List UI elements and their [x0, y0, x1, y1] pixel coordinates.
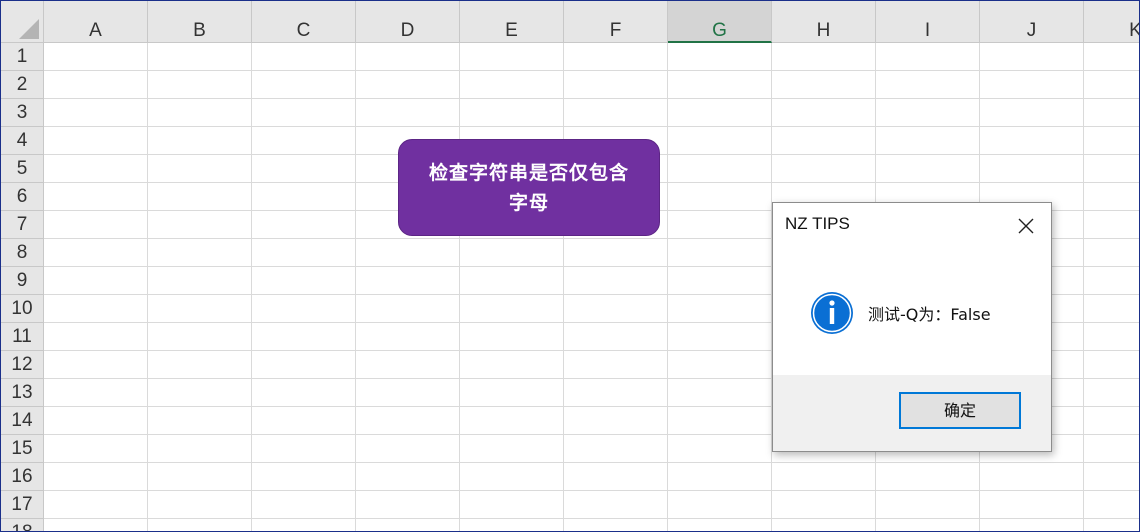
row-header-18[interactable]: 18: [1, 519, 44, 531]
row-header-14[interactable]: 14: [1, 407, 44, 435]
grid-row-line: [44, 70, 1139, 71]
row-header-7[interactable]: 7: [1, 211, 44, 239]
grid-row-line: [44, 518, 1139, 519]
row-header-5[interactable]: 5: [1, 155, 44, 183]
grid-column-line: [667, 43, 668, 531]
select-all-corner[interactable]: [1, 1, 44, 43]
dialog-title: NZ TIPS: [785, 214, 850, 233]
dialog-message: 测试-Q为：False: [868, 305, 991, 324]
info-icon: [811, 292, 853, 334]
grid-row-line: [44, 490, 1139, 491]
excel-window: ABCDEFGHIJK123456789101112131415161718 检…: [0, 0, 1140, 532]
row-header-11[interactable]: 11: [1, 323, 44, 351]
message-box-dialog: NZ TIPS 测试-Q为：False 确定: [772, 202, 1052, 452]
row-header-16[interactable]: 16: [1, 463, 44, 491]
grid-column-line: [1083, 43, 1084, 531]
column-header-e[interactable]: E: [460, 1, 564, 43]
dialog-footer: 确定: [773, 375, 1051, 451]
column-header-j[interactable]: J: [980, 1, 1084, 43]
row-header-9[interactable]: 9: [1, 267, 44, 295]
row-header-8[interactable]: 8: [1, 239, 44, 267]
column-header-k[interactable]: K: [1084, 1, 1139, 43]
grid-column-line: [355, 43, 356, 531]
row-header-12[interactable]: 12: [1, 351, 44, 379]
column-header-d[interactable]: D: [356, 1, 460, 43]
row-header-1[interactable]: 1: [1, 43, 44, 71]
grid-row-line: [44, 462, 1139, 463]
grid-row-line: [44, 126, 1139, 127]
close-icon: [1018, 218, 1034, 234]
grid-column-line: [459, 43, 460, 531]
row-header-13[interactable]: 13: [1, 379, 44, 407]
column-header-g[interactable]: G: [668, 1, 772, 43]
row-header-6[interactable]: 6: [1, 183, 44, 211]
ok-button[interactable]: 确定: [899, 392, 1021, 429]
row-header-17[interactable]: 17: [1, 491, 44, 519]
select-all-triangle-icon: [19, 19, 39, 39]
macro-button-shape[interactable]: 检查字符串是否仅包含 字母: [398, 139, 660, 236]
row-header-4[interactable]: 4: [1, 127, 44, 155]
column-header-i[interactable]: I: [876, 1, 980, 43]
row-header-3[interactable]: 3: [1, 99, 44, 127]
column-header-a[interactable]: A: [44, 1, 148, 43]
row-header-10[interactable]: 10: [1, 295, 44, 323]
grid-column-line: [251, 43, 252, 531]
column-header-c[interactable]: C: [252, 1, 356, 43]
grid-row-line: [44, 98, 1139, 99]
row-header-15[interactable]: 15: [1, 435, 44, 463]
column-header-h[interactable]: H: [772, 1, 876, 43]
shape-text-line1: 检查字符串是否仅包含: [428, 162, 629, 184]
grid-column-line: [563, 43, 564, 531]
grid-column-line: [147, 43, 148, 531]
column-header-f[interactable]: F: [564, 1, 668, 43]
row-header-2[interactable]: 2: [1, 71, 44, 99]
shape-text-line2: 字母: [508, 192, 549, 214]
column-header-b[interactable]: B: [148, 1, 252, 43]
close-button[interactable]: [1009, 209, 1043, 243]
